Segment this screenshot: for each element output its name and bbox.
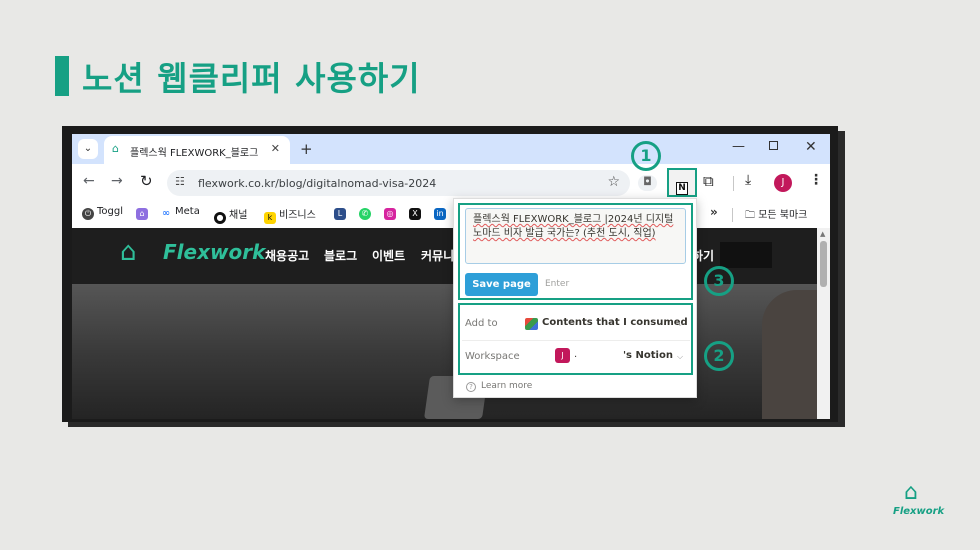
linkedin-icon: in [434,208,446,220]
minimize-icon[interactable]: — [732,139,745,154]
bookmark-biz[interactable]: k 비즈니스 [264,206,316,224]
site-logo[interactable]: Flexwork [163,240,265,264]
forward-arrow-icon[interactable]: → [111,173,123,189]
flexwork-logo-icon[interactable]: ⌂ [120,237,137,267]
title-accent-bar [55,56,69,96]
maximize-icon[interactable] [769,141,778,150]
chat-icon: ● [214,212,226,224]
active-tab[interactable]: ⌂ 플렉스웍 FLEXWORK_블로그 |2( ✕ [104,136,290,164]
bookmark-biz-label: 비즈니스 [279,210,316,221]
add-to-chevron-down-icon[interactable]: ⌵ [677,319,683,329]
help-icon[interactable]: ? [466,382,476,392]
instagram-icon: ◎ [384,208,396,220]
scroll-up-icon[interactable]: ▲ [820,230,825,238]
camera-extension-icon[interactable]: ◘ [638,175,657,191]
site-info-icon[interactable]: ☷ [175,175,185,188]
bookmark-chat[interactable]: ● 채널 [214,206,247,224]
clip-title-input[interactable]: 플렉스웍 FLEXWORK_블로그 |2024년 디지털 노마드 비자 발급 국… [465,208,686,264]
tab-title: 플렉스웍 FLEXWORK_블로그 |2( [130,148,258,159]
bookmark-toggl[interactable]: ⏻ Toggl [82,206,123,220]
enter-shortcut-hint: Enter [545,279,570,289]
workspace-label: Workspace [465,351,520,362]
notion-icon: N [676,182,688,195]
corner-flexwork-icon: ⌂ [904,480,918,505]
toggl-icon: ⏻ [82,208,94,220]
site-nav-blog[interactable]: 블로그 [324,247,357,264]
back-arrow-icon[interactable]: ← [83,173,95,189]
toolbar-divider [733,176,734,191]
bookmark-instagram[interactable]: ◎ [384,206,399,220]
site-nav-community[interactable]: 커뮤니 [421,247,454,264]
notion-clipper-extension-button[interactable]: N [667,168,697,197]
profile-avatar[interactable]: J [774,174,792,192]
download-icon[interactable]: ⤓ [745,172,751,188]
bookmark-meta[interactable]: ∞ Meta [160,206,200,220]
x-icon: X [409,208,421,220]
page-scrollbar[interactable]: ▲ [817,228,830,419]
bookmark-meta-label: Meta [175,206,200,217]
notion-clipper-popup: 플렉스웍 FLEXWORK_블로그 |2024년 디지털 노마드 비자 발급 국… [453,198,697,398]
bookmarks-divider [732,208,733,222]
meta-icon: ∞ [160,208,172,220]
tab-strip: ⌄ ⌂ 플렉스웍 FLEXWORK_블로그 |2( ✕ + — ✕ [72,134,830,164]
site-cta-button[interactable] [720,242,772,268]
home-icon: ⌂ [136,208,148,220]
add-to-label: Add to [465,318,498,329]
bookmark-home[interactable]: ⌂ [136,206,151,220]
workspace-name-prefix: . [574,349,578,360]
url-text[interactable]: flexwork.co.kr/blog/digitalnomad-visa-20… [198,177,436,190]
workspace-select[interactable]: 's Notion [623,350,673,361]
step-marker-2: 2 [704,341,734,371]
learn-more-link[interactable]: Learn more [481,381,532,391]
all-bookmarks-label: 모든 북마크 [758,210,808,221]
tab-search-button[interactable]: ⌄ [78,139,98,159]
bookmark-chat-label: 채널 [229,210,248,221]
l-icon: L [334,208,346,220]
database-icon [525,318,538,330]
site-nav-events[interactable]: 이벤트 [372,247,405,264]
bookmark-star-icon[interactable]: ☆ [607,174,620,190]
bookmark-linkedin[interactable]: in [434,206,449,220]
new-tab-button[interactable]: + [300,140,313,158]
step-marker-3: 3 [704,266,734,296]
bookmarks-bar: ⏻ Toggl ⌂ ∞ Meta ● 채널 k 비즈니스 L ✆ ◎ X in » 🗀 … [72,202,830,228]
window-close-icon[interactable]: ✕ [805,139,817,155]
reload-icon[interactable]: ↻ [140,172,153,190]
menu-dots-icon[interactable]: ⋮ [809,172,823,188]
whatsapp-icon: ✆ [359,208,371,220]
all-bookmarks[interactable]: 🗀 모든 북마크 [745,206,807,225]
browser-toolbar: ← → ↻ ☷ flexwork.co.kr/blog/digitalnomad… [72,164,830,202]
step-marker-1: 1 [631,141,661,171]
scroll-thumb[interactable] [820,241,827,287]
save-page-button[interactable]: Save page [465,273,538,296]
workspace-chevron-down-icon[interactable]: ⌵ [677,352,683,362]
page-content: ⌂ Flexwork 채용공고 블로그 이벤트 커뮤니 하기 [72,228,817,419]
add-to-select[interactable]: Contents that I consumed [542,317,688,328]
bookmark-toggl-label: Toggl [97,206,124,217]
corner-flexwork-logo: Flexwork [893,506,945,517]
folder-icon: 🗀 [745,210,759,221]
site-nav-jobs[interactable]: 채용공고 [265,247,309,264]
bookmark-l[interactable]: L [334,206,349,220]
highlight-box-destination [458,303,693,375]
flexwork-favicon-icon: ⌂ [112,142,119,155]
workspace-avatar: J [555,348,570,363]
tab-close-icon[interactable]: ✕ [271,142,280,155]
bookmark-whatsapp[interactable]: ✆ [359,206,374,220]
row-divider [462,340,690,341]
bookmark-x[interactable]: X [409,206,424,220]
bookmarks-overflow-icon[interactable]: » [710,205,718,219]
kakao-biz-icon: k [264,212,276,224]
address-bar[interactable]: ☷ flexwork.co.kr/blog/digitalnomad-visa-… [167,170,630,196]
slide-title: 노션 웹클리퍼 사용하기 [82,59,421,98]
extensions-puzzle-icon[interactable]: ⧉ [703,172,714,190]
hero-person-shape [762,290,817,419]
